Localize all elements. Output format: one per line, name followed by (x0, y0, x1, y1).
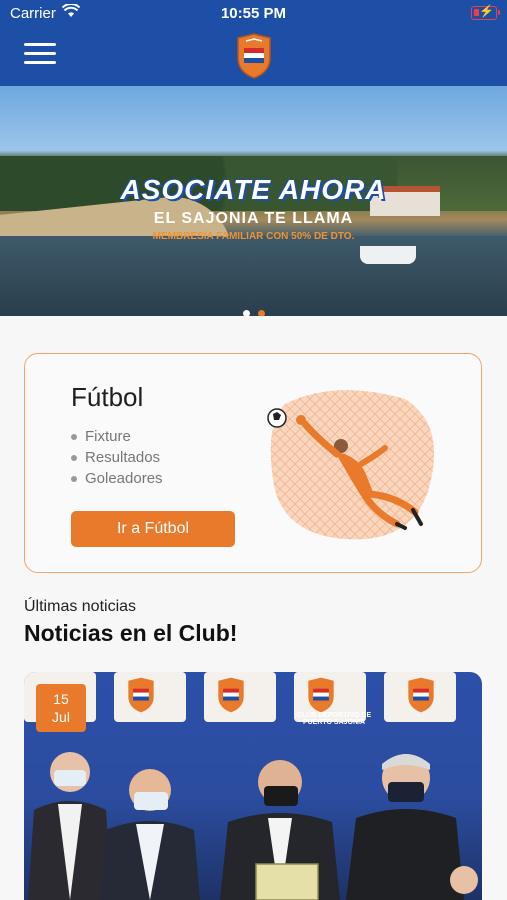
news-date-month: Jul (52, 709, 70, 725)
news-date-badge: 15 Jul (36, 684, 86, 732)
futbol-card[interactable]: Fútbol Fixture Resultados Goleadores Ir … (24, 353, 482, 573)
list-item: Goleadores (71, 468, 163, 489)
carousel-indicator[interactable] (0, 304, 507, 316)
status-bar: Carrier 10:55 PM ⚡ (0, 0, 507, 28)
list-item: Resultados (71, 447, 163, 468)
futbol-card-title: Fútbol (71, 382, 144, 412)
banner-subheadline: EL SAJONIA TE LLAMA (153, 210, 354, 227)
banner-promo: MEMBRESÍA FAMILIAR CON 50% DE DTO. (152, 231, 355, 242)
goalkeeper-illustration (267, 390, 435, 540)
news-section-title: Noticias en el Club! (24, 620, 238, 646)
news-photo-people (28, 752, 478, 900)
app-header: Carrier 10:55 PM ⚡ (0, 0, 507, 86)
futbol-card-list: Fixture Resultados Goleadores (71, 426, 163, 489)
list-item: Fixture (71, 426, 163, 447)
club-crest-logo[interactable] (234, 32, 274, 80)
ir-a-futbol-button[interactable]: Ir a Fútbol (71, 511, 235, 547)
news-card[interactable]: CLUB DEPORTIVO DE PUERTO SAJONIA (24, 672, 482, 900)
status-time: 10:55 PM (220, 5, 287, 22)
banner-headline: ASOCIATE AHORA (120, 174, 387, 205)
battery-charging-icon: ⚡ (471, 4, 500, 20)
news-date-day: 15 (53, 691, 69, 707)
news-section-subtitle: Últimas noticias (24, 598, 137, 615)
hamburger-icon[interactable] (24, 43, 56, 67)
promo-banner[interactable]: ASOCIATE AHORA EL SAJONIA TE LLAMA MEMBR… (0, 86, 507, 316)
